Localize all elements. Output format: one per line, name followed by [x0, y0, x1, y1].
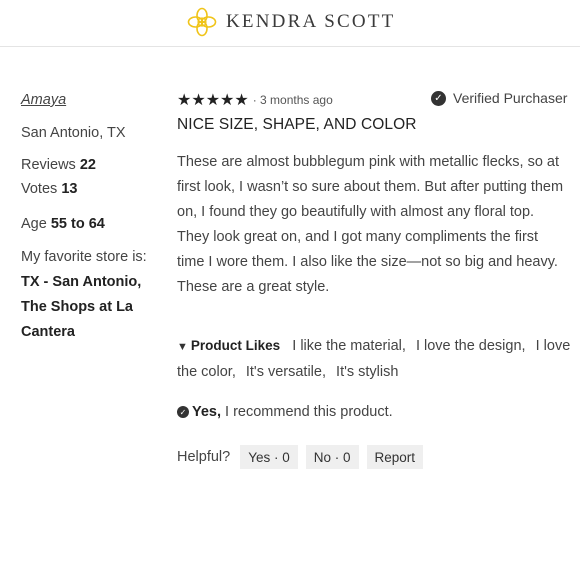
age-label: Age: [21, 216, 47, 232]
reviewer-age: Age 55 to 64: [21, 212, 161, 236]
review-title: NICE SIZE, SHAPE, AND COLOR: [177, 116, 417, 133]
review-body: These are almost bubblegum pink with met…: [177, 154, 564, 295]
votes-label: Votes: [21, 181, 58, 197]
reviewer-location: San Antonio, TX: [21, 125, 126, 141]
verified-label: Verified Purchaser: [453, 90, 568, 106]
store-label: My favorite store is:: [21, 249, 147, 265]
reviewer-name-link[interactable]: Amaya: [21, 88, 161, 112]
helpful-yes-button[interactable]: Yes · 0: [240, 445, 298, 469]
reviewer-votes-count: Votes 13: [21, 177, 161, 201]
site-header: KENDRA SCOTT: [0, 0, 580, 47]
kendra-scott-logo-icon: [187, 7, 217, 37]
like-item: It's stylish: [336, 364, 399, 380]
recommend-check-icon: ✓: [177, 406, 189, 418]
like-item: I love the design,: [415, 338, 526, 354]
brand-logo[interactable]: KENDRA SCOTT: [186, 4, 395, 40]
like-item: It's versatile,: [245, 364, 327, 380]
product-likes-label: Product Likes: [190, 338, 281, 353]
helpful-label: Helpful?: [177, 449, 231, 465]
product-likes: ▼ Product Likes I like the material, I lo…: [177, 333, 573, 385]
age-value: 55 to 64: [50, 216, 105, 232]
reviewer-favorite-store: My favorite store is: TX - San Antonio, …: [21, 245, 161, 345]
recommendation: ✓ Yes, I recommend this product.: [177, 401, 577, 423]
reviews-label: Reviews: [21, 157, 76, 173]
recommend-text: I recommend this product.: [225, 404, 393, 420]
votes-value: 13: [61, 181, 78, 197]
report-button[interactable]: Report: [366, 445, 424, 469]
store-value: TX - San Antonio, The Shops at La Canter…: [21, 274, 142, 340]
brand-name: KENDRA SCOTT: [226, 11, 396, 32]
star-rating: ★★★★★: [177, 92, 249, 109]
recommend-yes: Yes,: [192, 404, 222, 420]
review-content: ★★★★★ · 3 months ago ✓ Verified Purchase…: [177, 88, 577, 469]
helpful-no-button[interactable]: No · 0: [305, 445, 359, 469]
verified-purchaser-badge: ✓ Verified Purchaser: [431, 88, 567, 108]
reviewer-reviews-count: Reviews 22: [21, 153, 161, 177]
reviewer-profile: Amaya San Antonio, TX Reviews 22 Votes 1…: [21, 88, 161, 345]
like-item: I like the material,: [292, 338, 406, 354]
helpful-bar: Helpful? Yes · 0 No · 0 Report: [177, 445, 577, 469]
reviews-value: 22: [79, 157, 96, 173]
review-date: · 3 months ago: [252, 93, 333, 107]
verified-check-icon: ✓: [431, 90, 446, 106]
tag-icon: ▼: [177, 341, 188, 353]
